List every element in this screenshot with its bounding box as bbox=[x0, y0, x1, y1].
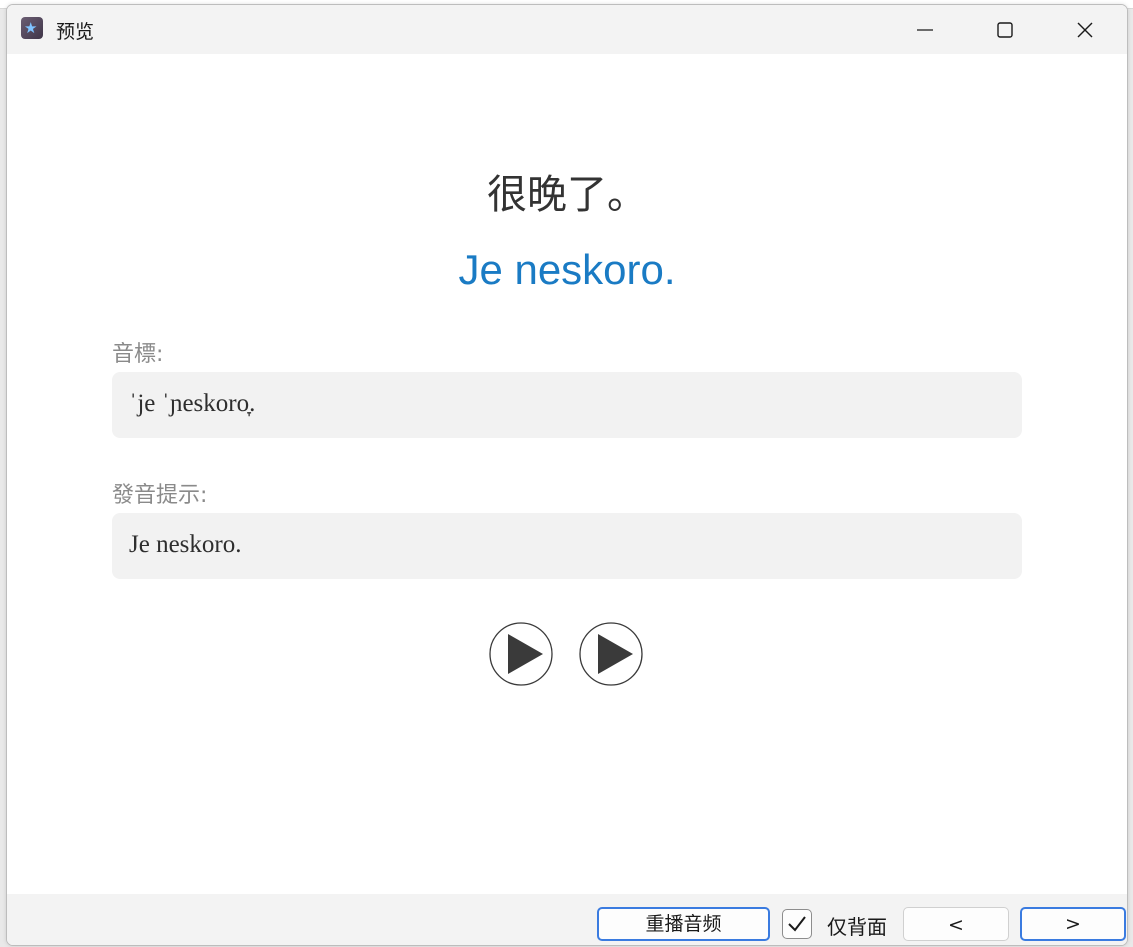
title-bar[interactable]: ★ 预览 bbox=[7, 5, 1127, 54]
window-title: 预览 bbox=[56, 21, 95, 43]
maximize-button[interactable] bbox=[965, 5, 1045, 54]
pronunciation-hint-box: Je neskoro. bbox=[112, 513, 1022, 579]
card-front-text: 很晚了。 bbox=[487, 172, 647, 218]
close-icon bbox=[1077, 22, 1093, 38]
close-button[interactable] bbox=[1045, 5, 1125, 54]
back-only-label[interactable]: 仅背面 bbox=[827, 911, 887, 940]
pronunciation-hint-value: Je neskoro. bbox=[129, 531, 242, 558]
play-audio-button-2[interactable] bbox=[579, 622, 643, 686]
ipa-field-box: ˈje ˈɲeskoro̞. bbox=[112, 372, 1022, 438]
back-only-checkbox[interactable] bbox=[782, 909, 812, 939]
star-icon: ★ bbox=[24, 19, 38, 37]
minimize-icon bbox=[917, 29, 933, 31]
next-card-button[interactable]: > bbox=[1020, 907, 1126, 941]
preview-footer: 重播音频 仅背面 < > bbox=[7, 894, 1127, 945]
previous-card-button[interactable]: < bbox=[903, 907, 1009, 941]
ipa-field-label: 音標: bbox=[112, 342, 164, 367]
card-preview-area: 很晚了。 Je neskoro. 音標: ˈje ˈɲeskoro̞. 發音提示… bbox=[7, 54, 1127, 894]
maximize-icon bbox=[997, 22, 1013, 38]
ipa-field-value: ˈje ˈɲeskoro̞. bbox=[129, 390, 256, 417]
card-back-text: Je neskoro. bbox=[458, 246, 676, 293]
play-audio-button-1[interactable] bbox=[489, 622, 553, 686]
minimize-button[interactable] bbox=[885, 5, 965, 54]
replay-audio-button[interactable]: 重播音频 bbox=[597, 907, 770, 941]
pronunciation-hint-label: 發音提示: bbox=[112, 483, 208, 508]
play-icon bbox=[489, 622, 553, 686]
app-icon: ★ bbox=[21, 17, 43, 39]
play-icon bbox=[579, 622, 643, 686]
checkmark-icon bbox=[788, 916, 806, 932]
preview-window: ★ 预览 很晚了。 Je neskoro. 音標: ˈje ˈɲeskoro̞. bbox=[6, 4, 1128, 946]
